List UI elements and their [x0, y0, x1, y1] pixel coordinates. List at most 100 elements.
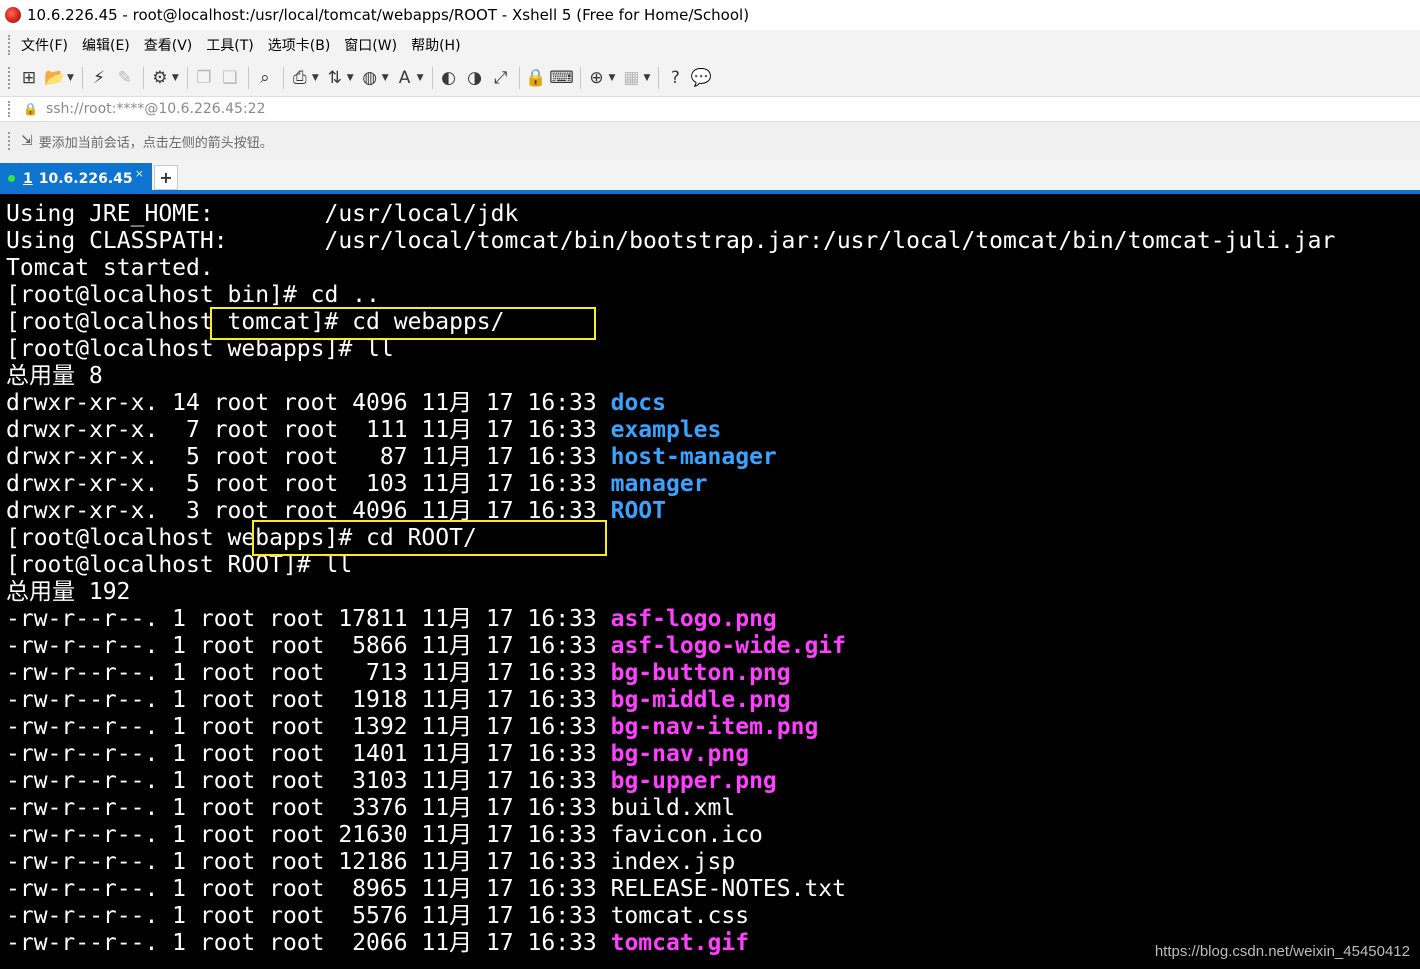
dropdown-arrow-icon[interactable]: ▼ — [312, 73, 319, 83]
keyboard-button[interactable]: ⌨ — [549, 65, 574, 91]
highlight-box-cd-webapps — [210, 307, 596, 340]
toolbar-separator — [81, 67, 83, 89]
terminal-line: -rw-r--r--. 1 root root 1392 11月 17 16:3… — [6, 714, 1335, 741]
transfer-icon: ⇅ — [327, 68, 342, 88]
copy-button[interactable]: ❐ — [194, 65, 214, 91]
toolbar-separator — [431, 67, 433, 89]
fullscreen-button[interactable]: ⤢ — [491, 65, 511, 91]
highlight-box-cd-root — [252, 520, 607, 556]
terminal-text: -rw-r--r--. 1 root root 1918 11月 17 16:3… — [6, 687, 611, 713]
toolbar-separator — [579, 67, 581, 89]
dropdown-arrow-icon[interactable]: ▼ — [609, 73, 616, 83]
paste-button[interactable]: ❏ — [220, 65, 240, 91]
lock-button[interactable]: 🔒 — [524, 65, 547, 91]
help-button[interactable]: ? — [665, 65, 685, 91]
image-file-name: bg-button.png — [610, 660, 791, 686]
terminal-text: -rw-r--r--. 1 root root 5866 11月 17 16:3… — [6, 633, 611, 659]
toolbar-separator — [142, 67, 144, 89]
print-button[interactable]: ⎙ ▼ — [290, 65, 319, 91]
xshell-app-icon[interactable] — [5, 7, 21, 23]
new-session-button[interactable]: ⊞ — [19, 65, 39, 91]
dropdown-arrow-icon[interactable]: ▼ — [417, 73, 424, 83]
image-file-name: bg-nav-item.png — [610, 714, 819, 740]
open-folder-button[interactable]: 📂 ▼ — [44, 65, 74, 91]
help-icon: ? — [670, 68, 680, 88]
xftp-button[interactable]: ◐ — [439, 65, 459, 91]
layout-button[interactable]: ▦ ▼ — [621, 65, 650, 91]
menu-help[interactable]: 帮助(H) — [411, 35, 460, 55]
tab-close-icon[interactable]: × — [135, 167, 144, 180]
menu-tools[interactable]: 工具(T) — [206, 35, 253, 55]
globe-icon: ◍ — [362, 68, 378, 88]
session-hint-bar: ⇲ 要添加当前会话，点击左侧的箭头按钮。 — [0, 121, 1420, 160]
image-file-name: tomcat.gif — [610, 930, 750, 956]
terminal-line: -rw-r--r--. 1 root root 12186 11月 17 16:… — [6, 849, 1335, 876]
image-file-name: bg-middle.png — [610, 687, 791, 713]
menu-tabs[interactable]: 选项卡(B) — [268, 35, 331, 55]
globe-button[interactable]: ◍ ▼ — [360, 65, 389, 91]
add-session-arrow-icon[interactable]: ⇲ — [21, 133, 33, 149]
font-button[interactable]: A ▼ — [395, 65, 424, 91]
properties-button[interactable]: ⚙ ▼ — [150, 65, 179, 91]
tab-label: 10.6.226.45 — [38, 170, 133, 187]
dropdown-arrow-icon[interactable]: ▼ — [382, 73, 389, 83]
terminal-line: -rw-r--r--. 1 root root 8965 11月 17 16:3… — [6, 876, 1335, 903]
toolbar-grip[interactable] — [8, 67, 13, 89]
menu-edit[interactable]: 编辑(E) — [82, 35, 130, 55]
toolbar-separator — [282, 67, 284, 89]
layout-icon: ▦ — [623, 68, 640, 88]
menubar-grip[interactable] — [8, 35, 13, 55]
terminal-text: drwxr-xr-x. 5 root root 103 11月 17 16:33 — [6, 471, 611, 497]
menu-window[interactable]: 窗口(W) — [344, 35, 397, 55]
image-file-name: asf-logo-wide.gif — [610, 633, 846, 659]
image-file-name: bg-upper.png — [610, 768, 777, 794]
xmanager-button[interactable]: ◑ — [465, 65, 485, 91]
terminal-text: -rw-r--r--. 1 root root 713 11月 17 16:33 — [6, 660, 611, 686]
transfer-button[interactable]: ⇅ ▼ — [325, 65, 354, 91]
xftp-icon: ◐ — [441, 68, 456, 88]
toolbar: ⊞ 📂 ▼ ⚡ ✎ ⚙ ▼ ❐ ❏ ⌕ ⎙ ▼ ⇅ ▼ ◍ ▼ A ▼ ◐ ◑ ⤢ 🔒 ⌨ ⊕ ▼ ▦ ▼? 💬 — [0, 60, 1420, 96]
terminal-text: Tomcat started. — [6, 255, 214, 281]
addressbar-grip[interactable] — [8, 101, 13, 117]
menu-bar: 文件(F) 编辑(E) 查看(V) 工具(T) 选项卡(B) 窗口(W) 帮助(… — [0, 30, 1420, 60]
terminal-line: drwxr-xr-x. 3 root root 4096 11月 17 16:3… — [6, 498, 1335, 525]
terminal-line: drwxr-xr-x. 5 root root 103 11月 17 16:33… — [6, 471, 1335, 498]
xmanager-icon: ◑ — [467, 68, 482, 88]
terminal-text: [root@localhost bin]# cd .. — [6, 282, 380, 308]
terminal-line: [root@localhost webapps]# cd ROOT/ — [6, 525, 1335, 552]
add-tab-button[interactable]: ⊕ ▼ — [587, 65, 616, 91]
paste-icon: ❏ — [222, 68, 238, 88]
new-tab-button[interactable]: + — [154, 165, 178, 190]
disconnect-icon: ✎ — [117, 68, 133, 88]
terminal-line: drwxr-xr-x. 5 root root 87 11月 17 16:33 … — [6, 444, 1335, 471]
toolbar-separator — [658, 67, 660, 89]
session-address[interactable]: ssh://root:****@10.6.226.45:22 — [46, 101, 266, 117]
disconnect-button[interactable]: ✎ — [115, 65, 135, 91]
directory-name: manager — [610, 471, 708, 497]
connect-button[interactable]: ⚡ — [89, 65, 109, 91]
terminal-line: [root@localhost webapps]# ll — [6, 336, 1335, 363]
hintbar-grip[interactable] — [8, 132, 13, 150]
watermark: https://blog.csdn.net/weixin_45450412 — [1154, 943, 1410, 960]
dropdown-arrow-icon[interactable]: ▼ — [172, 73, 179, 83]
dropdown-arrow-icon[interactable]: ▼ — [347, 73, 354, 83]
tab-session-1[interactable]: 1 10.6.226.45 × — [0, 163, 152, 194]
chat-button[interactable]: 💬 — [691, 65, 712, 91]
terminal-line: -rw-r--r--. 1 root root 3376 11月 17 16:3… — [6, 795, 1335, 822]
tab-number: 1 — [23, 170, 33, 187]
find-button[interactable]: ⌕ — [255, 65, 275, 91]
dropdown-arrow-icon[interactable]: ▼ — [643, 73, 650, 83]
terminal-text: Using JRE_HOME: /usr/local/jdk — [6, 201, 519, 227]
terminal-text: -rw-r--r--. 1 root root 5576 11月 17 16:3… — [6, 903, 750, 929]
image-file-name: bg-nav.png — [610, 741, 750, 767]
terminal-line: [root@localhost bin]# cd .. — [6, 282, 1335, 309]
terminal-line: -rw-r--r--. 1 root root 713 11月 17 16:33… — [6, 660, 1335, 687]
terminal-area[interactable]: Using JRE_HOME: /usr/local/jdk Using CLAS… — [0, 194, 1420, 969]
properties-icon: ⚙ — [152, 68, 168, 88]
directory-name: ROOT — [610, 498, 666, 524]
menu-view[interactable]: 查看(V) — [144, 35, 193, 55]
menu-file[interactable]: 文件(F) — [21, 35, 68, 55]
add-tab-icon: ⊕ — [589, 68, 604, 88]
lock-icon: 🔒 — [524, 68, 547, 88]
dropdown-arrow-icon[interactable]: ▼ — [67, 73, 74, 83]
